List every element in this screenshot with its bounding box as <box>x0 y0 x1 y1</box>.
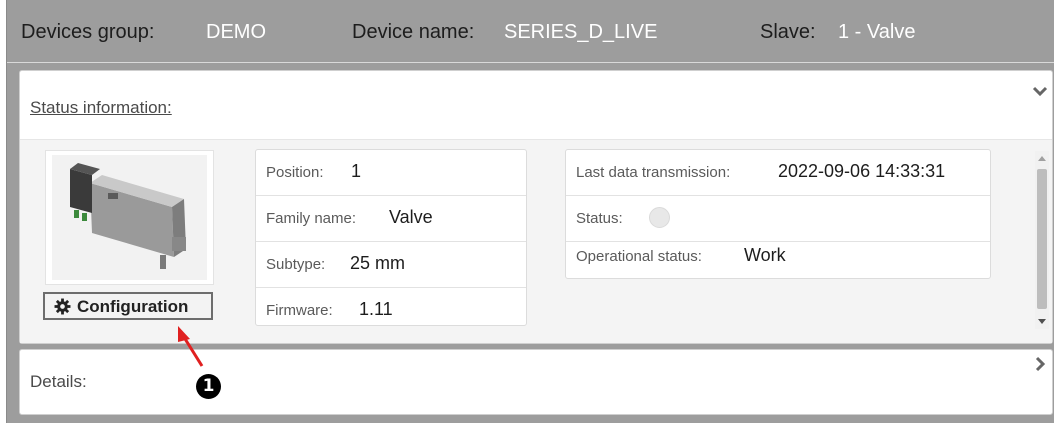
details-title[interactable]: Details: <box>30 372 87 392</box>
device-info-table: Position: 1 Family name: Valve Subtype: … <box>255 149 527 326</box>
scroll-down-arrow-icon[interactable] <box>1038 317 1046 325</box>
info-value: 1.11 <box>359 299 393 319</box>
info-row-last-transmission: Last data transmission: 2022-09-06 14:33… <box>566 150 990 196</box>
info-value: 25 mm <box>350 253 406 273</box>
slave-label: Slave: <box>760 21 816 43</box>
configuration-button-label: Configuration <box>77 297 189 316</box>
chevron-down-icon[interactable] <box>1032 83 1048 99</box>
info-row-family: Family name: Valve <box>256 196 526 242</box>
status-body: Configuration Position: 1 Family name: V… <box>20 140 1052 343</box>
status-information-panel: Status information: Configuration Positi… <box>19 70 1053 344</box>
info-key: Subtype: <box>266 256 326 273</box>
info-row-subtype: Subtype: 25 mm <box>256 242 526 288</box>
annotation-badge: 1 <box>196 374 221 399</box>
valve-image <box>70 163 186 269</box>
status-scrollbar[interactable] <box>1035 151 1049 329</box>
device-name-label: Device name: <box>352 21 475 43</box>
info-key: Family name: <box>266 210 357 227</box>
device-header: Devices group: DEMO Device name: SERIES_… <box>7 0 1054 63</box>
device-status-frame: Devices group: DEMO Device name: SERIES_… <box>6 0 1054 423</box>
configuration-button[interactable]: Configuration <box>43 292 213 320</box>
info-value: 1 <box>351 161 362 181</box>
info-key: Operational status: <box>576 248 702 265</box>
chevron-right-icon[interactable] <box>1032 356 1048 372</box>
info-key: Position: <box>266 164 324 181</box>
device-name-value: SERIES_D_LIVE <box>504 21 658 43</box>
details-panel: Details: <box>19 349 1053 415</box>
devices-group-value: DEMO <box>206 21 266 43</box>
status-indicator-dot <box>649 207 670 228</box>
gear-icon <box>54 298 71 315</box>
device-image <box>45 150 214 285</box>
scroll-up-arrow-icon[interactable] <box>1038 155 1046 163</box>
info-key: Status: <box>576 210 623 227</box>
devices-group-label: Devices group: <box>21 21 155 43</box>
info-value: 2022-09-06 14:33:31 <box>778 161 946 181</box>
info-row-firmware: Firmware: 1.11 <box>256 288 526 333</box>
transmission-info-table: Last data transmission: 2022-09-06 14:33… <box>565 149 991 279</box>
info-value: Work <box>744 245 786 265</box>
info-row-position: Position: 1 <box>256 150 526 196</box>
info-value: Valve <box>389 207 433 227</box>
scrollbar-thumb[interactable] <box>1037 169 1047 309</box>
slave-value: 1 - Valve <box>838 21 916 43</box>
info-row-operational: Operational status: Work <box>566 234 990 279</box>
status-information-title[interactable]: Status information: <box>30 98 172 118</box>
info-key: Firmware: <box>266 302 333 319</box>
info-key: Last data transmission: <box>576 164 731 181</box>
